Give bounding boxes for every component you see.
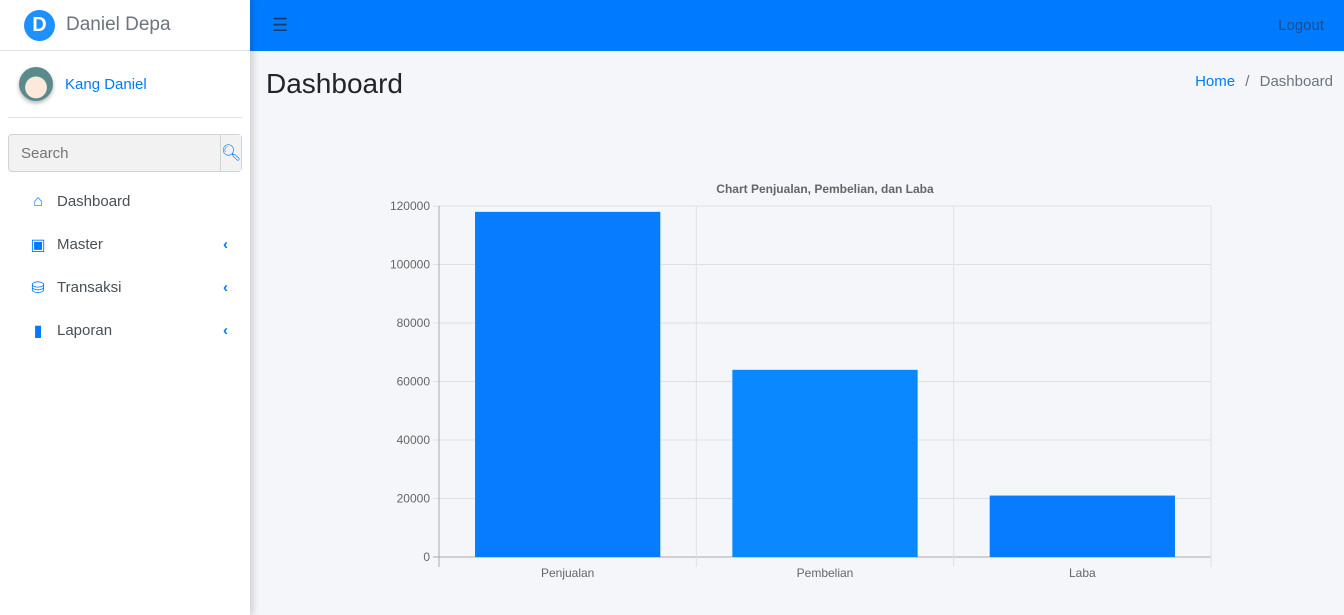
x-tick-label: Penjualan xyxy=(541,566,594,580)
user-panel: Kang Daniel xyxy=(8,51,242,118)
search-button[interactable]: 🔍︎ xyxy=(220,135,242,171)
y-tick-label: 60000 xyxy=(397,375,431,389)
y-tick-label: 40000 xyxy=(397,433,431,447)
breadcrumb: Home / Dashboard xyxy=(1195,73,1333,90)
chevron-left-icon: ‹ xyxy=(223,236,228,253)
sidebar-item-label: Master xyxy=(57,236,103,253)
y-tick-label: 20000 xyxy=(397,492,431,506)
y-tick-label: 120000 xyxy=(390,199,430,213)
dolly-icon: ▣ xyxy=(30,236,46,254)
chart-title: Chart Penjualan, Pembelian, dan Laba xyxy=(716,182,934,196)
search-icon: 🔍︎ xyxy=(221,145,242,162)
chevron-left-icon: ‹ xyxy=(223,279,228,296)
x-tick-label: Laba xyxy=(1069,566,1096,580)
brand-link[interactable]: D Daniel Depa xyxy=(0,0,250,51)
page-title: Dashboard xyxy=(266,68,403,99)
avatar xyxy=(19,67,53,101)
x-tick-label: Pembelian xyxy=(797,566,854,580)
sidebar-search: 🔍︎ xyxy=(8,134,242,172)
brand-name: Daniel Depa xyxy=(66,14,171,35)
logout-link[interactable]: Logout xyxy=(1278,17,1324,34)
bars-icon[interactable]: ☰ xyxy=(272,15,288,36)
sidebar-nav: ⌂ Dashboard ▣ Master ‹ ⛁ Transaksi ‹ ▮ Laporan… xyxy=(0,180,250,352)
home-icon: ⌂ xyxy=(33,192,43,210)
sidebar-item-laporan[interactable]: ▮ Laporan ‹ xyxy=(0,309,250,352)
user-name-link[interactable]: Kang Daniel xyxy=(65,76,147,93)
brand-logo: D xyxy=(24,9,55,41)
search-input[interactable] xyxy=(9,135,220,171)
sidebar-item-master[interactable]: ▣ Master ‹ xyxy=(0,223,250,266)
sidebar-item-label: Dashboard xyxy=(57,193,131,210)
sidebar-item-label: Transaksi xyxy=(57,279,122,296)
book-icon: ▮ xyxy=(33,322,43,340)
bar-chart: Chart Penjualan, Pembelian, dan Laba 0 200… xyxy=(390,182,1212,580)
coins-icon: ⛁ xyxy=(31,279,45,297)
bar-pembelian xyxy=(732,369,918,557)
bar-laba xyxy=(989,495,1175,557)
breadcrumb-home[interactable]: Home xyxy=(1195,73,1235,90)
bar-penjualan xyxy=(475,211,661,557)
y-tick-label: 0 xyxy=(423,550,430,564)
y-tick-label: 100000 xyxy=(390,258,430,272)
sidebar-item-transaksi[interactable]: ⛁ Transaksi ‹ xyxy=(0,266,250,309)
y-tick-label: 80000 xyxy=(397,316,431,330)
sidebar-item-dashboard[interactable]: ⌂ Dashboard xyxy=(0,180,250,223)
sidebar-item-label: Laporan xyxy=(57,322,113,339)
chevron-left-icon: ‹ xyxy=(223,322,228,339)
sidebar: D Daniel Depa Kang Daniel 🔍︎ ⌂ Dashboard … xyxy=(0,0,250,615)
top-navbar: ☰ Logout xyxy=(250,0,1344,51)
breadcrumb-current: Dashboard xyxy=(1259,73,1333,90)
breadcrumb-separator: / xyxy=(1245,73,1250,90)
